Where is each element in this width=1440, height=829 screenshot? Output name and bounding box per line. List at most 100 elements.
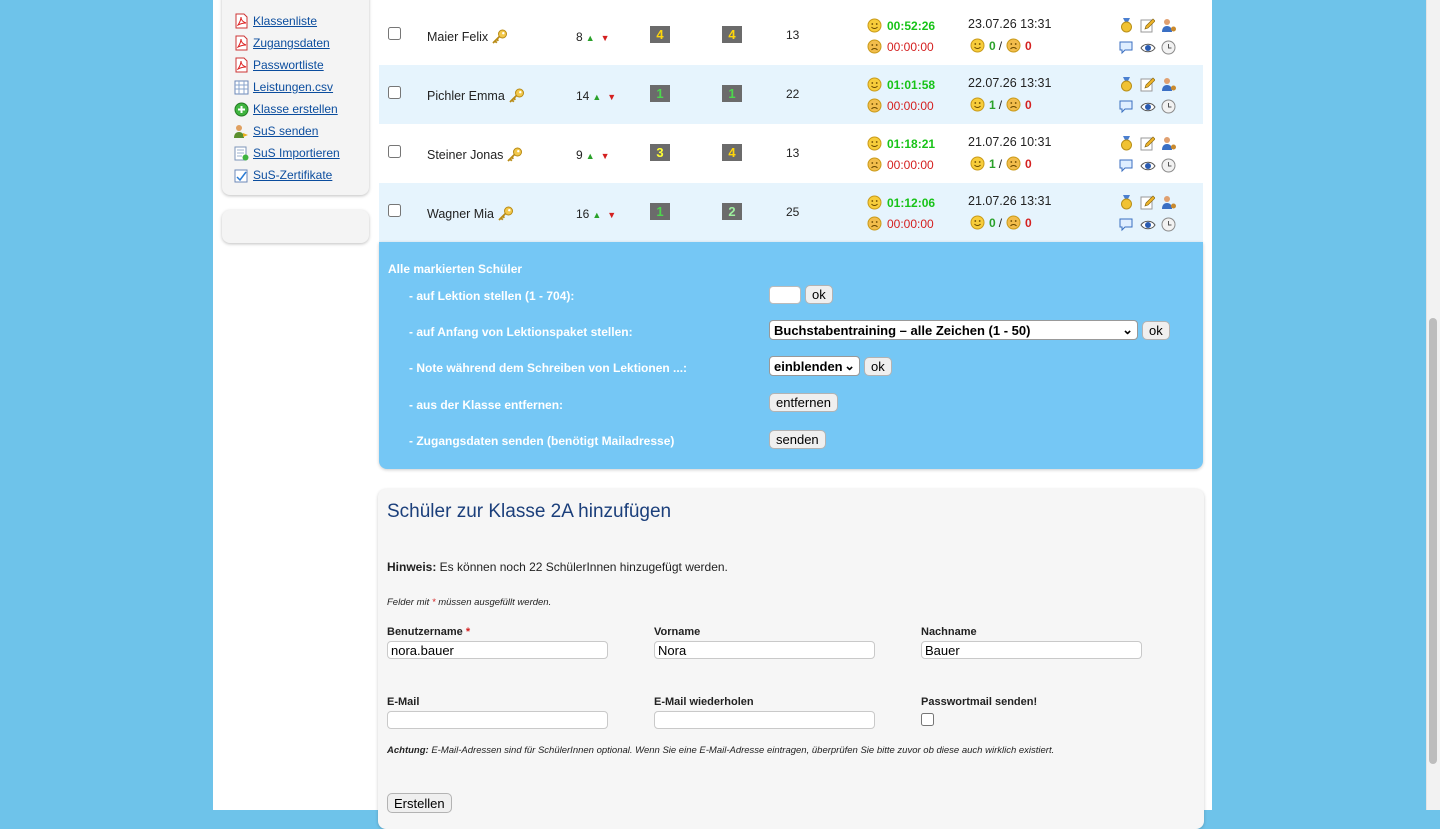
edit-icon[interactable] xyxy=(1140,195,1156,210)
clock-icon[interactable] xyxy=(1161,40,1176,55)
score-good: 0 xyxy=(989,38,996,53)
time-bad-cell: 00:00:00 xyxy=(867,98,934,113)
sidebar-link-label[interactable]: SuS senden xyxy=(253,124,318,138)
sidebar-link-sus-senden[interactable]: SuS senden xyxy=(222,120,369,142)
sidebar-link-label[interactable]: Passwortliste xyxy=(253,58,324,72)
lesson-number-input[interactable] xyxy=(769,285,801,304)
row-select-checkbox[interactable] xyxy=(388,27,401,40)
sidebar-link-label[interactable]: SuS-Zertifikate xyxy=(253,168,332,182)
send-credentials-button[interactable]: senden xyxy=(769,430,826,449)
comment-icon[interactable] xyxy=(1119,40,1134,55)
lesson-package-select[interactable]: Buchstabentraining – alle Zeichen (1 - 5… xyxy=(769,320,1138,340)
clock-icon[interactable] xyxy=(1161,217,1176,232)
medal-icon[interactable] xyxy=(1119,135,1134,151)
sidebar-link-sus-importieren[interactable]: SuS Importieren xyxy=(222,142,369,164)
comment-icon[interactable] xyxy=(1119,99,1134,114)
set-package-ok-button[interactable]: ok xyxy=(1142,320,1170,340)
edit-icon[interactable] xyxy=(1140,136,1156,151)
student-name[interactable]: Pichler Emma xyxy=(427,89,505,103)
clock-icon[interactable] xyxy=(1161,99,1176,114)
user-settings-icon[interactable] xyxy=(1161,195,1176,210)
sidebar-link-label[interactable]: Zugangsdaten xyxy=(253,36,330,50)
row-select-checkbox[interactable] xyxy=(388,145,401,158)
sidebar-link-klassenliste[interactable]: Klassenliste xyxy=(222,10,369,32)
user-settings-icon[interactable] xyxy=(1161,77,1176,92)
view-icon[interactable] xyxy=(1140,158,1156,173)
lesson-down-icon[interactable]: ▼ xyxy=(607,92,616,102)
key-icon[interactable] xyxy=(491,29,508,47)
sidebar-link-sus-zertifikate[interactable]: SuS-Zertifikate xyxy=(222,164,369,186)
clock-icon[interactable] xyxy=(1161,158,1176,173)
student-name[interactable]: Wagner Mia xyxy=(427,207,494,221)
scrollbar-thumb[interactable] xyxy=(1429,318,1437,764)
username-field[interactable] xyxy=(387,641,608,659)
lesson-down-icon[interactable]: ▼ xyxy=(601,151,610,161)
key-icon[interactable] xyxy=(506,147,523,165)
passwordmail-checkbox[interactable] xyxy=(921,713,934,726)
student-name-cell[interactable]: Wagner Mia xyxy=(427,206,514,224)
sidebar-link-label[interactable]: Leistungen.csv xyxy=(253,80,333,94)
medal-icon[interactable] xyxy=(1119,76,1134,92)
time-good: 01:01:58 xyxy=(887,77,936,92)
create-student-button[interactable]: Erstellen xyxy=(387,793,452,813)
lesson-up-icon[interactable]: ▲ xyxy=(592,92,601,102)
lesson-up-icon[interactable]: ▲ xyxy=(586,151,595,161)
grade-display-select[interactable]: einblenden ⌄ xyxy=(769,356,860,376)
user-settings-icon[interactable] xyxy=(1161,18,1176,33)
lastname-field[interactable] xyxy=(921,641,1142,659)
sidebar-link-passwortliste[interactable]: Passwortliste xyxy=(222,54,369,76)
score-separator: / xyxy=(998,156,1003,171)
row-select-checkbox[interactable] xyxy=(388,204,401,217)
sidebar-link-zugangsdaten[interactable]: Zugangsdaten xyxy=(222,32,369,54)
time-good-cell: 01:18:21 xyxy=(867,136,935,151)
student-name-cell[interactable]: Steiner Jonas xyxy=(427,147,523,165)
edit-icon[interactable] xyxy=(1140,18,1156,33)
email-field[interactable] xyxy=(387,711,608,729)
edit-icon[interactable] xyxy=(1140,77,1156,92)
set-lesson-ok-button[interactable]: ok xyxy=(805,285,833,304)
sidebar-link-klasse-erstellen[interactable]: Klasse erstellen xyxy=(222,98,369,120)
scrollbar[interactable] xyxy=(1426,0,1440,810)
student-name[interactable]: Steiner Jonas xyxy=(427,148,503,162)
grade-display-ok-button[interactable]: ok xyxy=(864,356,892,376)
lesson-up-icon[interactable]: ▲ xyxy=(592,210,601,220)
student-name-cell[interactable]: Maier Felix xyxy=(427,29,508,47)
comment-icon[interactable] xyxy=(1119,217,1134,232)
grade-badge: 4 xyxy=(650,26,670,43)
score-bad: 0 xyxy=(1025,38,1032,53)
sidebar-link-label[interactable]: SuS Importieren xyxy=(253,146,340,160)
remove-from-class-button[interactable]: entfernen xyxy=(769,393,838,412)
sidebar-link-leistungen-csv[interactable]: Leistungen.csv xyxy=(222,76,369,98)
add-circle-icon xyxy=(233,101,249,117)
view-icon[interactable] xyxy=(1140,217,1156,232)
lesson-down-icon[interactable]: ▼ xyxy=(601,33,610,43)
key-icon[interactable] xyxy=(508,88,525,106)
table-row: Maier Felix 8 ▲ ▼ 4 4 13 00:52:26 00:00:00… xyxy=(379,6,1203,65)
lesson-down-icon[interactable]: ▼ xyxy=(607,210,616,220)
pdf-icon xyxy=(233,35,249,51)
sidebar-link-label[interactable]: Klassenliste xyxy=(253,14,317,28)
email-repeat-field[interactable] xyxy=(654,711,875,729)
comment-icon[interactable] xyxy=(1119,158,1134,173)
firstname-field[interactable] xyxy=(654,641,875,659)
users-send-icon xyxy=(233,123,249,139)
view-icon[interactable] xyxy=(1140,99,1156,114)
student-name[interactable]: Maier Felix xyxy=(427,30,488,44)
lesson-up-icon[interactable]: ▲ xyxy=(586,33,595,43)
user-settings-icon[interactable] xyxy=(1161,136,1176,151)
medal-icon[interactable] xyxy=(1119,194,1134,210)
smile-icon xyxy=(867,77,882,92)
email-repeat-field-group: E-Mail wiederholen xyxy=(654,696,876,729)
student-name-cell[interactable]: Pichler Emma xyxy=(427,88,525,106)
row-select-checkbox[interactable] xyxy=(388,86,401,99)
key-icon[interactable] xyxy=(497,206,514,224)
lesson-package-selected: Buchstabentraining – alle Zeichen (1 - 5… xyxy=(774,322,1031,338)
email-repeat-label: E-Mail wiederholen xyxy=(654,696,754,708)
sad-icon xyxy=(867,157,882,172)
view-icon[interactable] xyxy=(1140,40,1156,55)
sidebar-link-label[interactable]: Klasse erstellen xyxy=(253,102,338,116)
medal-icon[interactable] xyxy=(1119,17,1134,33)
lastname-field-group: Nachname xyxy=(921,626,1143,659)
score-good: 0 xyxy=(989,215,996,230)
time-bad: 00:00:00 xyxy=(887,216,934,231)
